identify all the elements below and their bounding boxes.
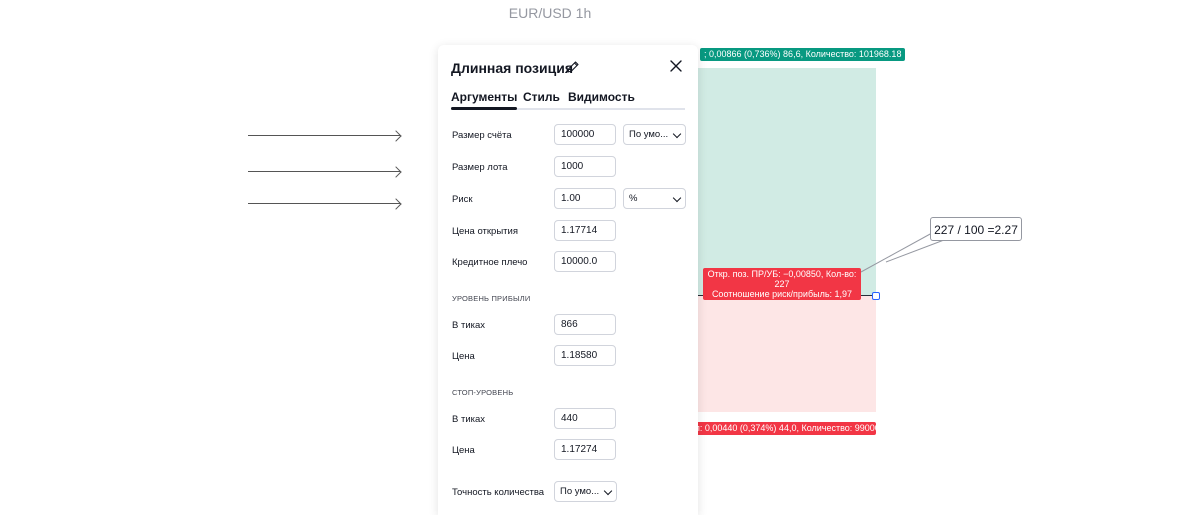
leverage-input[interactable] bbox=[554, 251, 616, 272]
arrow-annotation-3 bbox=[248, 203, 400, 204]
close-icon[interactable] bbox=[669, 59, 683, 73]
account-currency-select[interactable]: По умо... bbox=[623, 124, 686, 145]
qty-precision-select[interactable]: По умо... bbox=[554, 481, 617, 502]
dialog-title: Длинная позиция bbox=[451, 60, 574, 76]
position-info-label: Откр. поз. ПР/УБ: −0,00850, Кол-во: 227 … bbox=[703, 268, 861, 300]
entry-price-input[interactable] bbox=[554, 220, 616, 241]
dialog-tabs: Аргументы Стиль Видимость bbox=[451, 90, 685, 110]
arrow-annotation-1 bbox=[248, 135, 400, 136]
leverage-label: Кредитное плечо bbox=[452, 257, 528, 268]
chevron-down-icon bbox=[672, 129, 682, 139]
position-info-line-1: Откр. поз. ПР/УБ: −0,00850, Кол-во: 227 bbox=[707, 269, 857, 289]
pencil-icon[interactable] bbox=[566, 60, 580, 74]
account-size-input[interactable] bbox=[554, 124, 616, 145]
entry-price-label: Цена открытия bbox=[452, 226, 518, 237]
profit-zone[interactable] bbox=[698, 68, 876, 296]
stop-section-title: СТОП-УРОВЕНЬ bbox=[452, 388, 514, 397]
tab-visibility[interactable]: Видимость bbox=[568, 90, 635, 108]
stop-ticks-input[interactable] bbox=[554, 408, 616, 429]
profit-price-label: Цена bbox=[452, 351, 475, 362]
loss-zone[interactable] bbox=[698, 296, 876, 412]
stop-ticks-label: В тиках bbox=[452, 414, 486, 425]
profit-section-title: УРОВЕНЬ ПРИБЫЛИ bbox=[452, 294, 531, 303]
risk-unit-value: % bbox=[629, 193, 638, 204]
stop-label: оп: 0,00440 (0,374%) 44,0, Количество: 9… bbox=[690, 422, 876, 435]
account-currency-value: По умо... bbox=[629, 129, 669, 140]
tab-style[interactable]: Стиль bbox=[523, 90, 560, 108]
tab-arguments[interactable]: Аргументы bbox=[451, 90, 518, 110]
chevron-down-icon bbox=[603, 486, 613, 496]
profit-price-input[interactable] bbox=[554, 345, 616, 366]
stop-price-input[interactable] bbox=[554, 439, 616, 460]
risk-input[interactable] bbox=[554, 188, 616, 209]
profit-ticks-label: В тиках bbox=[452, 320, 486, 331]
risk-label: Риск bbox=[452, 194, 473, 205]
profit-label: ; 0,00866 (0,736%) 86,6, Количество: 101… bbox=[700, 48, 906, 61]
arrow-annotation-2 bbox=[248, 171, 400, 172]
stop-price-label: Цена bbox=[452, 445, 475, 456]
profit-ticks-input[interactable] bbox=[554, 314, 616, 335]
callout-box: 227 / 100 =2.27 bbox=[930, 217, 1022, 241]
long-position-dialog: Длинная позиция Аргументы Стиль Видимост… bbox=[438, 45, 698, 515]
risk-unit-select[interactable]: % bbox=[623, 188, 686, 209]
lot-size-label: Размер лота bbox=[452, 162, 508, 173]
position-info-line-2: Соотношение риск/прибыль: 1,97 bbox=[711, 289, 853, 299]
qty-precision-label: Точность количества bbox=[452, 487, 545, 498]
chevron-down-icon bbox=[672, 193, 682, 203]
account-size-label: Размер счёта bbox=[452, 130, 512, 141]
symbol-title: EUR/USD 1h bbox=[508, 5, 592, 21]
lot-size-input[interactable] bbox=[554, 156, 616, 177]
qty-precision-value: По умо... bbox=[560, 486, 600, 497]
entry-drag-handle[interactable] bbox=[872, 292, 880, 300]
